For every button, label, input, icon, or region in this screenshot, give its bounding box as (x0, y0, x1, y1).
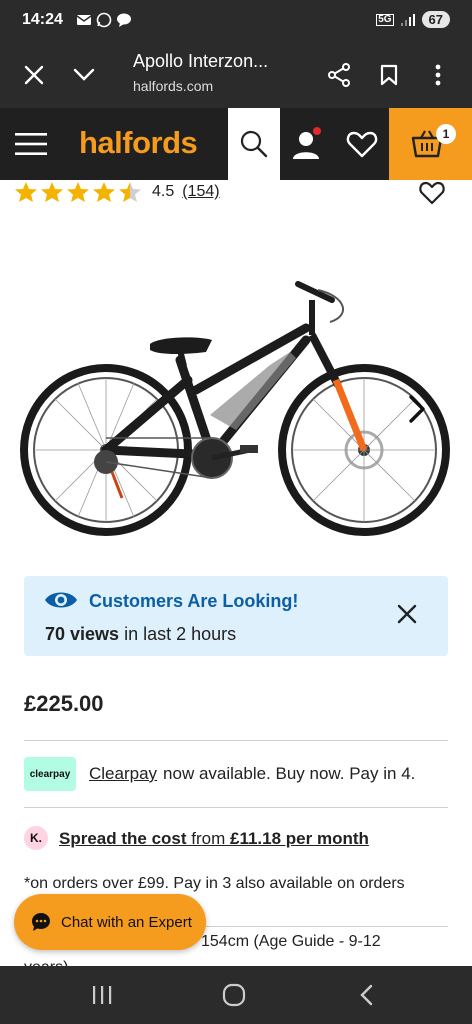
next-image-button[interactable] (400, 392, 434, 426)
star-icon (93, 182, 115, 202)
eye-icon (45, 592, 77, 608)
chat-bubble-icon (32, 913, 50, 931)
clearpay-text: now available. Buy now. Pay in 4. (163, 764, 416, 783)
star-icon (67, 182, 89, 202)
bookmark-button[interactable] (372, 58, 406, 92)
views-rest: in last 2 hours (119, 624, 237, 644)
customers-looking-banner: Customers Are Looking! 70 views in last … (24, 576, 448, 656)
collapse-button[interactable] (67, 58, 101, 92)
account-button[interactable] (288, 126, 326, 164)
more-icon (435, 64, 441, 86)
bookmark-icon (380, 64, 398, 86)
product-price: £225.00 (24, 691, 104, 716)
spread-cost-amount: £11.18 per month (230, 829, 369, 848)
views-bold: 70 views (45, 624, 120, 644)
search-icon (240, 130, 268, 158)
banner-title: Customers Are Looking! (89, 591, 299, 611)
share-icon (328, 63, 350, 87)
chat-with-expert-button[interactable]: Chat with an Expert (14, 894, 206, 950)
chevron-down-icon (73, 68, 95, 81)
klarna-logo: K. (24, 826, 48, 850)
heart-icon (419, 181, 445, 205)
back-icon (360, 984, 373, 1006)
whatsapp-icon (96, 12, 112, 28)
status-bar: 14:24 5G 67 (0, 0, 472, 42)
basket-count-badge: 1 (436, 124, 456, 144)
chat-label: Chat with an Expert (61, 913, 192, 931)
site-header: halfords 1 (0, 108, 472, 180)
account-icon (293, 127, 321, 159)
clearpay-logo: clearpay (24, 757, 76, 791)
chevron-right-icon (409, 395, 425, 423)
system-icons: 5G 67 (376, 11, 450, 28)
wishlist-button[interactable] (344, 126, 380, 162)
status-time: 14:24 (22, 11, 63, 28)
browser-toolbar: Apollo Interzon... halfords.com (0, 42, 472, 108)
divider (24, 740, 448, 741)
battery-icon: 67 (421, 11, 450, 28)
halfords-logo[interactable]: halfords (79, 125, 198, 161)
star-icon (41, 182, 63, 202)
product-rating[interactable]: 4.5 (154) (14, 180, 220, 204)
chat-icon (117, 13, 131, 27)
spread-cost-bold: Spread the cost (59, 829, 187, 848)
home-button[interactable] (221, 982, 247, 1008)
close-icon[interactable] (396, 603, 418, 625)
notification-icons (76, 12, 132, 28)
rating-value: 4.5 (152, 183, 175, 200)
share-button[interactable] (322, 58, 356, 92)
review-count-link[interactable]: (154) (182, 183, 219, 201)
signal-icon (400, 13, 415, 26)
back-button[interactable] (354, 982, 380, 1008)
basket-button[interactable]: 1 (389, 108, 472, 180)
network-icon: 5G (376, 13, 394, 26)
views-count: 70 views in last 2 hours (45, 624, 236, 645)
home-icon (222, 983, 246, 1007)
close-icon (24, 65, 44, 85)
product-wishlist-button[interactable] (418, 180, 446, 206)
hamburger-icon[interactable] (14, 132, 48, 156)
message-icon (76, 15, 92, 25)
recent-apps-button[interactable] (89, 982, 115, 1008)
system-nav-bar (0, 966, 472, 1024)
star-icon (15, 182, 37, 202)
close-tab-button[interactable] (17, 58, 51, 92)
more-menu-button[interactable] (421, 58, 455, 92)
recent-apps-icon (93, 986, 112, 1004)
page-title[interactable]: Apollo Interzon... (133, 51, 268, 72)
half-star-icon (119, 182, 141, 202)
clearpay-info: Clearpay now available. Buy now. Pay in 4… (89, 764, 415, 784)
divider (24, 807, 448, 808)
spread-cost-link[interactable]: Spread the cost from £11.18 per month (59, 829, 369, 849)
heart-icon (346, 131, 378, 158)
clearpay-link[interactable]: Clearpay (89, 764, 157, 783)
orders-note: *on orders over £99. Pay in 3 also avail… (24, 875, 405, 892)
search-button[interactable] (228, 108, 280, 180)
spread-cost-from: from (186, 829, 230, 848)
page-domain[interactable]: halfords.com (133, 78, 213, 94)
